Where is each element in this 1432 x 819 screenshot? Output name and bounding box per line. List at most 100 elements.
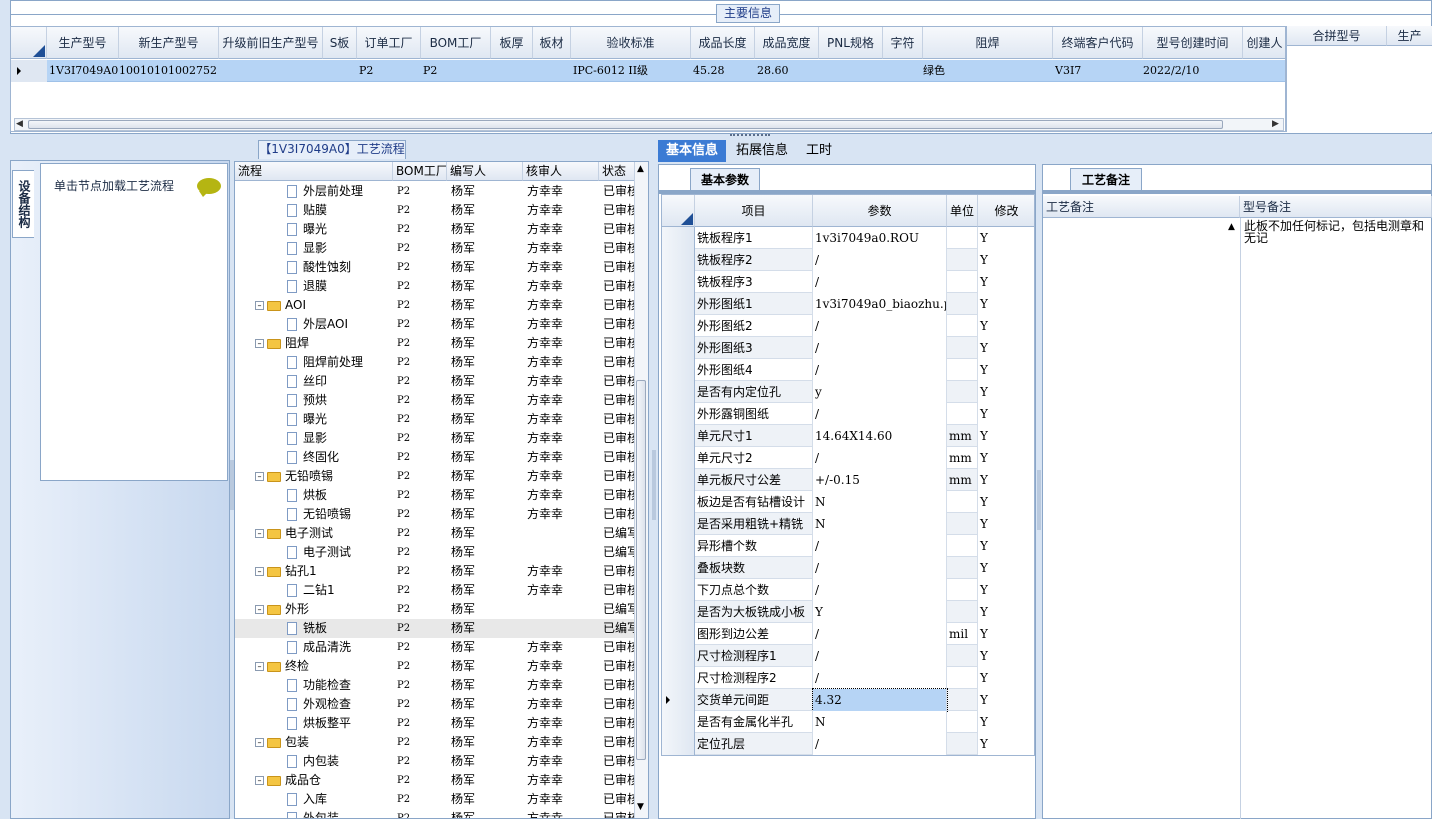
tree-row[interactable]: 丝印 P2 杨军 方幸幸 已审核 bbox=[235, 372, 637, 391]
param-row[interactable]: 是否有内定位孔 y Y bbox=[662, 381, 1034, 403]
col-header[interactable]: 验收标准 bbox=[571, 27, 691, 59]
cell-create-time[interactable]: 2022/2/10 bbox=[1143, 60, 1243, 82]
col-header[interactable]: 板厚 bbox=[491, 27, 533, 59]
col-header[interactable]: 板材 bbox=[533, 27, 571, 59]
cell-production-model[interactable]: 1V3I7049A0 bbox=[49, 60, 119, 82]
param-cell-modify[interactable]: Y bbox=[978, 249, 1034, 271]
param-row[interactable]: 铣板程序1 1v3i7049a0.ROU Y bbox=[662, 227, 1034, 249]
param-cell-value[interactable]: 1v3i7049a0.ROU bbox=[813, 227, 947, 249]
tree-node[interactable]: – 包装 bbox=[235, 733, 393, 752]
tab-extended-info[interactable]: 拓展信息 bbox=[728, 140, 796, 162]
param-cell-unit[interactable] bbox=[947, 359, 978, 381]
tree-node[interactable]: – 成品仓 bbox=[235, 771, 393, 790]
tree-node[interactable]: – 外形 bbox=[235, 600, 393, 619]
param-cell-modify[interactable]: Y bbox=[978, 447, 1034, 469]
param-cell-value[interactable]: N bbox=[813, 711, 947, 733]
tree-node[interactable]: 烘板整平 bbox=[235, 714, 393, 733]
param-cell-value[interactable]: / bbox=[813, 667, 947, 689]
tree-node[interactable]: 退膜 bbox=[235, 277, 393, 296]
tree-row[interactable]: 外观检查 P2 杨军 方幸幸 已审核 bbox=[235, 695, 637, 714]
param-cell-value[interactable]: 1v3i7049a0_biaozhu.pdf bbox=[813, 293, 947, 315]
param-cell-modify[interactable]: Y bbox=[978, 337, 1034, 359]
param-cell-value[interactable]: / bbox=[813, 579, 947, 601]
tree-row[interactable]: 内包装 P2 杨军 方幸幸 已审核 bbox=[235, 752, 637, 771]
nav-hint-label[interactable]: 单击节点加载工艺流程 bbox=[54, 177, 174, 194]
param-cell-modify[interactable]: Y bbox=[978, 491, 1034, 513]
tree-row[interactable]: 无铅喷锡 P2 杨军 方幸幸 已审核 bbox=[235, 505, 637, 524]
model-remark-text[interactable]: 此板不加任何标记，包括电测章和无记 bbox=[1244, 220, 1432, 244]
collapse-icon[interactable]: – bbox=[255, 776, 264, 785]
param-cell-modify[interactable]: Y bbox=[978, 557, 1034, 579]
col-header[interactable]: 工艺备注 bbox=[1043, 196, 1240, 218]
row-header[interactable] bbox=[662, 535, 695, 557]
param-row[interactable]: 单元板尺寸公差 +/-0.15 mm Y bbox=[662, 469, 1034, 491]
collapse-icon[interactable]: – bbox=[255, 472, 264, 481]
col-header[interactable]: 字符 bbox=[883, 27, 923, 59]
row-header[interactable] bbox=[662, 425, 695, 447]
tree-node[interactable]: 无铅喷锡 bbox=[235, 505, 393, 524]
param-row[interactable]: 单元尺寸1 14.64X14.60 mm Y bbox=[662, 425, 1034, 447]
tree-node[interactable]: 终固化 bbox=[235, 448, 393, 467]
param-row[interactable]: 是否采用粗铣+精铣 N Y bbox=[662, 513, 1034, 535]
scroll-right-icon[interactable]: ▶ bbox=[1272, 119, 1279, 129]
tree-row[interactable]: – AOI P2 杨军 方幸幸 已审核 bbox=[235, 296, 637, 315]
param-row[interactable]: 叠板块数 / Y bbox=[662, 557, 1034, 579]
tree-node[interactable]: 丝印 bbox=[235, 372, 393, 391]
tree-row[interactable]: 烘板整平 P2 杨军 方幸幸 已审核 bbox=[235, 714, 637, 733]
tree-row[interactable]: 贴膜 P2 杨军 方幸幸 已审核 bbox=[235, 201, 637, 220]
tree-node[interactable]: 贴膜 bbox=[235, 201, 393, 220]
collapse-icon[interactable]: – bbox=[255, 605, 264, 614]
row-header[interactable] bbox=[662, 315, 695, 337]
tree-row[interactable]: 显影 P2 杨军 方幸幸 已审核 bbox=[235, 239, 637, 258]
param-cell-modify[interactable]: Y bbox=[978, 227, 1034, 249]
param-row[interactable]: 是否有金属化半孔 N Y bbox=[662, 711, 1034, 733]
cell-acceptance[interactable]: IPC-6012 II级 bbox=[573, 60, 691, 82]
tree-row[interactable]: 二钻1 P2 杨军 方幸幸 已审核 bbox=[235, 581, 637, 600]
param-cell-value[interactable]: / bbox=[813, 359, 947, 381]
scrollbar-thumb[interactable] bbox=[636, 380, 646, 760]
param-cell-value[interactable]: y bbox=[813, 381, 947, 403]
param-row[interactable]: 图形到边公差 / mil Y bbox=[662, 623, 1034, 645]
tab-basic-params[interactable]: 基本参数 bbox=[690, 168, 760, 190]
param-cell-value[interactable]: N bbox=[813, 513, 947, 535]
tree-row[interactable]: 功能检查 P2 杨军 方幸幸 已审核 bbox=[235, 676, 637, 695]
tree-row[interactable]: 外包装 P2 杨军 方幸幸 已审核 bbox=[235, 809, 637, 818]
col-header[interactable]: 成品长度 bbox=[691, 27, 755, 59]
tab-work-hours[interactable]: 工时 bbox=[798, 140, 840, 162]
tree-row[interactable]: 铣板 P2 杨军 已编写 bbox=[235, 619, 637, 638]
row-header[interactable] bbox=[662, 513, 695, 535]
tree-row[interactable]: 曝光 P2 杨军 方幸幸 已审核 bbox=[235, 410, 637, 429]
row-header[interactable] bbox=[662, 381, 695, 403]
col-header[interactable]: 生产型号 bbox=[47, 27, 119, 59]
col-header[interactable]: 生产 bbox=[1387, 26, 1432, 46]
param-cell-unit[interactable] bbox=[947, 535, 978, 557]
param-row[interactable]: 铣板程序3/ Y bbox=[662, 271, 1034, 293]
param-row[interactable]: 尺寸检测程序2/ Y bbox=[662, 667, 1034, 689]
collapse-icon[interactable]: – bbox=[255, 662, 264, 671]
scroll-up-icon[interactable]: ▲ bbox=[637, 164, 644, 174]
col-header[interactable]: 参数 bbox=[813, 195, 947, 227]
param-row[interactable]: 异形槽个数 / Y bbox=[662, 535, 1034, 557]
tree-node[interactable]: 烘板 bbox=[235, 486, 393, 505]
param-cell-modify[interactable]: Y bbox=[978, 601, 1034, 623]
right-splitter-grip[interactable] bbox=[1037, 470, 1041, 530]
param-cell-value[interactable]: Y bbox=[813, 601, 947, 623]
param-cell-unit[interactable] bbox=[947, 315, 978, 337]
tree-node[interactable]: 预烘 bbox=[235, 391, 393, 410]
tree-node[interactable]: 成品清洗 bbox=[235, 638, 393, 657]
tree-row[interactable]: 预烘 P2 杨军 方幸幸 已审核 bbox=[235, 391, 637, 410]
param-cell-modify[interactable]: Y bbox=[978, 271, 1034, 293]
param-row[interactable]: 外形图纸4/ Y bbox=[662, 359, 1034, 381]
param-cell-unit[interactable] bbox=[947, 403, 978, 425]
col-header[interactable]: 单位 bbox=[947, 195, 978, 227]
row-header[interactable] bbox=[662, 359, 695, 381]
tree-node[interactable]: 功能检查 bbox=[235, 676, 393, 695]
param-cell-unit[interactable] bbox=[947, 733, 978, 755]
param-cell-value[interactable]: / bbox=[813, 645, 947, 667]
param-row[interactable]: 外形图纸3/ Y bbox=[662, 337, 1034, 359]
tree-row[interactable]: 外层AOI P2 杨军 方幸幸 已审核 bbox=[235, 315, 637, 334]
cell-bom-factory[interactable]: P2 bbox=[423, 60, 491, 82]
col-header[interactable]: 成品宽度 bbox=[755, 27, 819, 59]
tree-row[interactable]: 烘板 P2 杨军 方幸幸 已审核 bbox=[235, 486, 637, 505]
param-cell-value[interactable]: / bbox=[813, 249, 947, 271]
